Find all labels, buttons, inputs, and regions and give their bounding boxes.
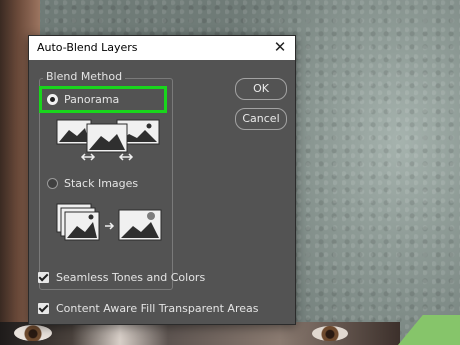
dialog-titlebar[interactable]: Auto-Blend Layers ✕ <box>29 36 295 60</box>
checkbox-content-aware-fill-label: Content Aware Fill Transparent Areas <box>56 302 259 315</box>
ok-button[interactable]: OK <box>235 78 287 100</box>
cancel-button[interactable]: Cancel <box>235 108 287 130</box>
dialog-title: Auto-Blend Layers <box>37 41 138 54</box>
checkbox-seamless-tones[interactable]: Seamless Tones and Colors <box>38 271 205 284</box>
check-icon[interactable] <box>38 303 49 314</box>
close-icon[interactable]: ✕ <box>271 38 289 56</box>
radio-stack-images-indicator[interactable] <box>47 178 58 189</box>
checkbox-content-aware-fill[interactable]: Content Aware Fill Transparent Areas <box>38 302 258 315</box>
blend-method-legend: Blend Method <box>43 70 126 83</box>
panorama-illustration <box>56 119 160 161</box>
panorama-highlight <box>39 86 167 113</box>
background-eye-left <box>14 325 52 341</box>
check-icon[interactable] <box>38 272 49 283</box>
background-eye-right <box>312 326 348 341</box>
radio-stack-images[interactable]: Stack Images <box>47 177 138 190</box>
auto-blend-dialog: Auto-Blend Layers ✕ Blend Method Panoram… <box>28 35 296 325</box>
radio-stack-images-label: Stack Images <box>64 177 139 190</box>
stack-images-illustration <box>56 203 162 241</box>
checkbox-seamless-tones-label: Seamless Tones and Colors <box>56 271 206 284</box>
